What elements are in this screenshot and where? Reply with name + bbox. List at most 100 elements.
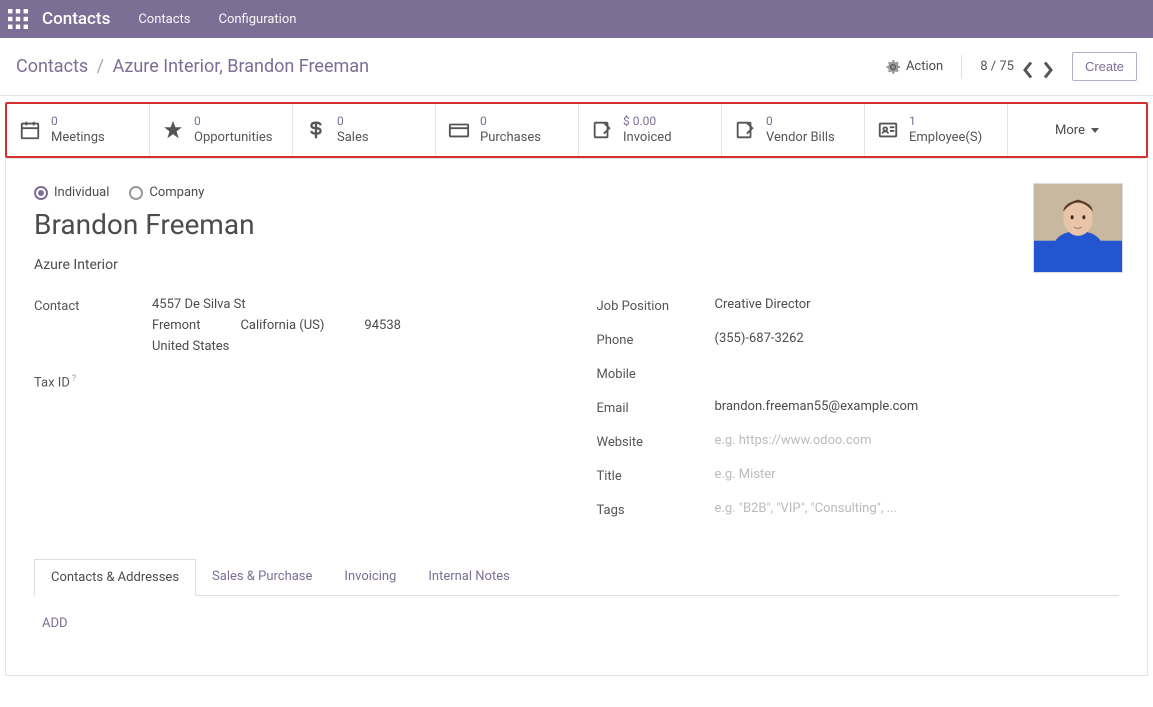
- stat-value: 0: [337, 114, 369, 130]
- stat-value: 0: [480, 114, 541, 130]
- contact-name[interactable]: Brandon Freeman: [34, 208, 1119, 241]
- pager-prev-icon[interactable]: [1022, 61, 1034, 73]
- breadcrumb-root[interactable]: Contacts: [16, 56, 88, 77]
- field-phone: Phone (355)-687-3262: [597, 331, 1120, 355]
- address-zip: 94538: [364, 318, 401, 333]
- stat-label: Sales: [337, 130, 369, 147]
- caret-down-icon: [1091, 128, 1099, 133]
- pager-next-icon[interactable]: [1042, 61, 1054, 73]
- job-position-input[interactable]: Creative Director: [715, 297, 1120, 312]
- right-column: Job Position Creative Director Phone (35…: [597, 297, 1120, 535]
- stat-invoiced[interactable]: $ 0.00Invoiced: [579, 104, 722, 156]
- stat-value: 1: [909, 114, 982, 130]
- field-label: Title: [597, 467, 715, 484]
- stat-vendor-bills[interactable]: 0Vendor Bills: [722, 104, 865, 156]
- stat-opportunities[interactable]: 0Opportunities: [150, 104, 293, 156]
- nav-item-configuration[interactable]: Configuration: [218, 12, 296, 27]
- field-tax-id: Tax ID?: [34, 372, 557, 396]
- field-contact: Contact 4557 De Silva St Fremont Califor…: [34, 297, 557, 354]
- stat-purchases[interactable]: 0Purchases: [436, 104, 579, 156]
- divider: [961, 55, 962, 79]
- stat-label: Employee(S): [909, 130, 982, 147]
- field-label: Mobile: [597, 365, 715, 382]
- tags-input[interactable]: e.g. "B2B", "VIP", "Consulting", ...: [715, 501, 1120, 516]
- stat-sales[interactable]: 0Sales: [293, 104, 436, 156]
- field-label: Tags: [597, 501, 715, 518]
- field-tags: Tags e.g. "B2B", "VIP", "Consulting", ..…: [597, 501, 1120, 525]
- phone-input[interactable]: (355)-687-3262: [715, 331, 1120, 346]
- radio-label: Individual: [54, 185, 109, 200]
- stat-employees[interactable]: 1Employee(S): [865, 104, 1008, 156]
- field-email: Email brandon.freeman55@example.com: [597, 399, 1120, 423]
- website-input[interactable]: e.g. https://www.odoo.com: [715, 433, 1120, 448]
- address-block[interactable]: 4557 De Silva St Fremont California (US)…: [152, 297, 557, 354]
- stat-label: Vendor Bills: [766, 130, 835, 147]
- field-label: Phone: [597, 331, 715, 348]
- pager: 8 / 75: [980, 59, 1054, 74]
- app-title: Contacts: [42, 9, 110, 29]
- field-title: Title e.g. Mister: [597, 467, 1120, 491]
- field-label: Job Position: [597, 297, 715, 314]
- stat-meetings[interactable]: 0Meetings: [7, 104, 150, 156]
- create-button[interactable]: Create: [1072, 52, 1137, 81]
- field-label: Email: [597, 399, 715, 416]
- address-street: 4557 De Silva St: [152, 297, 557, 312]
- employee-badge-icon: [877, 119, 899, 141]
- nav-item-contacts[interactable]: Contacts: [138, 12, 190, 27]
- stat-value: 0: [766, 114, 835, 130]
- left-column: Contact 4557 De Silva St Fremont Califor…: [34, 297, 557, 535]
- add-button[interactable]: ADD: [42, 616, 68, 631]
- action-button[interactable]: Action: [886, 59, 943, 74]
- tabs: Contacts & Addresses Sales & Purchase In…: [34, 559, 1119, 596]
- field-label: Tax ID?: [34, 372, 152, 390]
- radio-company[interactable]: Company: [129, 185, 204, 200]
- stat-value: 0: [51, 114, 105, 130]
- avatar[interactable]: [1033, 183, 1123, 273]
- star-icon: [162, 119, 184, 141]
- subheader: Contacts / Azure Interior, Brandon Freem…: [0, 38, 1153, 96]
- breadcrumb-current: Azure Interior, Brandon Freeman: [113, 56, 369, 77]
- vendor-bill-icon: [734, 119, 756, 141]
- field-website: Website e.g. https://www.odoo.com: [597, 433, 1120, 457]
- address-city: Fremont: [152, 318, 200, 333]
- credit-card-icon: [448, 119, 470, 141]
- stat-more[interactable]: More: [1008, 104, 1146, 156]
- help-icon[interactable]: ?: [72, 374, 76, 384]
- radio-icon: [34, 186, 48, 200]
- pager-count: 8 / 75: [980, 59, 1014, 74]
- field-columns: Contact 4557 De Silva St Fremont Califor…: [34, 297, 1119, 535]
- stat-label: Meetings: [51, 130, 105, 147]
- tab-contacts-addresses[interactable]: Contacts & Addresses: [34, 559, 196, 596]
- field-mobile: Mobile: [597, 365, 1120, 389]
- stat-value: 0: [194, 114, 272, 130]
- calendar-icon: [19, 119, 41, 141]
- radio-individual[interactable]: Individual: [34, 185, 109, 200]
- invoice-icon: [591, 119, 613, 141]
- address-country: United States: [152, 339, 557, 354]
- apps-grid-icon[interactable]: [8, 9, 28, 29]
- breadcrumb: Contacts / Azure Interior, Brandon Freem…: [16, 56, 886, 77]
- field-label: Website: [597, 433, 715, 450]
- stat-value: $ 0.00: [623, 114, 672, 130]
- form-sheet: Individual Company Brandon Freeman Azure…: [5, 158, 1148, 676]
- gear-icon: [886, 60, 900, 74]
- tab-internal-notes[interactable]: Internal Notes: [412, 559, 525, 595]
- dollar-icon: [305, 119, 327, 141]
- stat-row: 0Meetings 0Opportunities 0Sales 0Purchas…: [5, 102, 1148, 158]
- field-job-position: Job Position Creative Director: [597, 297, 1120, 321]
- radio-label: Company: [149, 185, 204, 200]
- contact-type-radio-group: Individual Company: [34, 185, 1119, 200]
- action-area: Action 8 / 75 Create: [886, 52, 1137, 81]
- stat-label: Opportunities: [194, 130, 272, 147]
- field-label: Contact: [34, 297, 152, 314]
- action-label: Action: [906, 59, 943, 74]
- stat-label: Invoiced: [623, 130, 672, 147]
- title-input[interactable]: e.g. Mister: [715, 467, 1120, 482]
- more-label: More: [1055, 123, 1085, 138]
- top-nav: Contacts Contacts Configuration: [0, 0, 1153, 38]
- address-state: California (US): [240, 318, 324, 333]
- email-input[interactable]: brandon.freeman55@example.com: [715, 399, 1120, 414]
- tab-invoicing[interactable]: Invoicing: [328, 559, 412, 595]
- tab-sales-purchase[interactable]: Sales & Purchase: [196, 559, 328, 595]
- company-name[interactable]: Azure Interior: [34, 257, 1119, 273]
